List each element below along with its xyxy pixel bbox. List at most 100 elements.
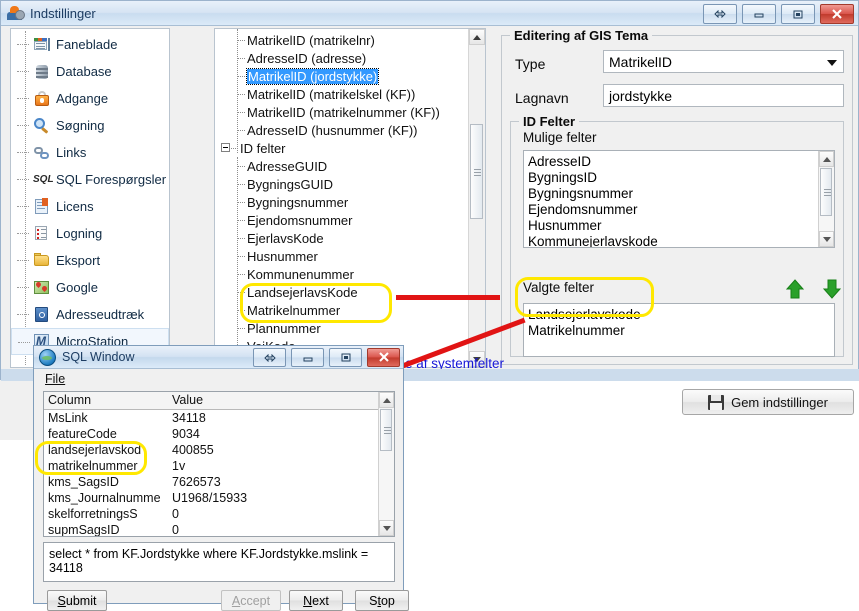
grid-cell-column: MsLink bbox=[44, 410, 168, 426]
tree-node-label: Kommunenummer bbox=[247, 267, 354, 282]
grid-cell-value: U1968/15933 bbox=[168, 490, 372, 506]
valgte-felter-listbox[interactable]: Landsejerlavskode Matrikelnummer bbox=[523, 303, 835, 357]
tree-node[interactable]: EjerlavsKode bbox=[215, 229, 469, 247]
table-row[interactable]: kms_Journalnumme U1968/15933 bbox=[44, 490, 394, 506]
tree-node[interactable]: Matrikelnummer bbox=[215, 301, 469, 319]
maximize-icon[interactable] bbox=[781, 4, 815, 24]
license-icon bbox=[33, 198, 51, 216]
tree-node[interactable]: AdresseID (husnummer (KF)) bbox=[215, 121, 469, 139]
tree-node[interactable]: MatrikelID (matrikelskel (KF)) bbox=[215, 85, 469, 103]
scroll-down-icon[interactable] bbox=[819, 231, 834, 247]
mulige-felter-listbox[interactable]: AdresseID BygningsID Bygningsnummer Ejen… bbox=[523, 150, 835, 248]
table-row[interactable]: matrikelnummer 1v bbox=[44, 458, 394, 474]
sidebar-item-label: Google bbox=[56, 280, 98, 295]
sql-result-grid[interactable]: Column Value MsLink 34118 featureCode 90… bbox=[43, 391, 395, 537]
tree-node[interactable]: Kommunenummer bbox=[215, 265, 469, 283]
table-row[interactable]: landsejerlavskod 400855 bbox=[44, 442, 394, 458]
type-label: Type bbox=[515, 56, 545, 72]
scroll-up-icon[interactable] bbox=[469, 29, 485, 45]
sidebar-item-licens[interactable]: Licens bbox=[11, 193, 169, 220]
scrollbar-thumb[interactable] bbox=[820, 168, 832, 216]
table-row[interactable]: kms_SagsID 7626573 bbox=[44, 474, 394, 490]
settings-sidebar[interactable]: Faneblade Database Adgange Søgning L bbox=[10, 28, 170, 368]
restore-icon[interactable] bbox=[253, 348, 286, 367]
list-item[interactable]: Bygningsnummer bbox=[524, 186, 834, 202]
minimize-icon[interactable] bbox=[742, 4, 776, 24]
save-button[interactable]: Gem indstillinger bbox=[682, 389, 854, 415]
sidebar-item-logning[interactable]: Logning bbox=[11, 220, 169, 247]
table-row[interactable]: skelforretningsS 0 bbox=[44, 506, 394, 522]
list-item[interactable]: BygningsID bbox=[524, 170, 834, 186]
type-combobox[interactable]: MatrikelID bbox=[603, 50, 844, 73]
sidebar-item-links[interactable]: Links bbox=[11, 139, 169, 166]
tree-node-label: EjerlavsKode bbox=[247, 231, 324, 246]
close-icon[interactable] bbox=[367, 348, 400, 367]
sidebar-item-adgange[interactable]: Adgange bbox=[11, 85, 169, 112]
lagnavn-input[interactable]: jordstykke bbox=[603, 84, 844, 107]
sidebar-item-sogning[interactable]: Søgning bbox=[11, 112, 169, 139]
scroll-up-icon[interactable] bbox=[819, 151, 834, 167]
tree-scrollbar[interactable] bbox=[468, 29, 485, 367]
tree-node-selected[interactable]: MatrikelID (jordstykke) bbox=[215, 67, 469, 85]
tree-node[interactable]: AdresseID (adresse) bbox=[215, 49, 469, 67]
sidebar-item-label: Faneblade bbox=[56, 37, 117, 52]
tree-node[interactable]: Husnummer bbox=[215, 247, 469, 265]
sql-menubar[interactable]: File bbox=[35, 369, 402, 389]
gis-theme-tree[interactable]: MatrikelID (matrikelnr) AdresseID (adres… bbox=[214, 28, 486, 368]
list-item[interactable]: Ejendomsnummer bbox=[524, 202, 834, 218]
list-item[interactable]: Matrikelnummer bbox=[524, 323, 834, 339]
tree-node[interactable]: MatrikelID (matrikelnummer (KF)) bbox=[215, 103, 469, 121]
window-left-stub bbox=[0, 380, 34, 440]
next-button[interactable]: Next bbox=[289, 590, 343, 611]
scrollbar-thumb[interactable] bbox=[470, 124, 483, 219]
sidebar-item-label: Eksport bbox=[56, 253, 100, 268]
sidebar-item-database[interactable]: Database bbox=[11, 58, 169, 85]
lagnavn-value: jordstykke bbox=[609, 88, 672, 104]
scrollbar-thumb[interactable] bbox=[380, 409, 392, 451]
grid-scrollbar[interactable] bbox=[378, 392, 394, 536]
sql-window-titlebar: SQL Window bbox=[34, 346, 403, 369]
table-row[interactable]: supmSagsID 0 bbox=[44, 522, 394, 537]
table-row[interactable]: MsLink 34118 bbox=[44, 410, 394, 426]
scroll-up-icon[interactable] bbox=[379, 392, 394, 408]
tree-node[interactable]: BygningsGUID bbox=[215, 175, 469, 193]
restore-icon[interactable] bbox=[703, 4, 737, 24]
list-item[interactable]: Kommunejerlavskode bbox=[524, 234, 834, 248]
stop-button[interactable]: Stop bbox=[355, 590, 409, 611]
grid-cell-column: supmSagsID bbox=[44, 522, 168, 537]
tree-node[interactable]: Bygningsnummer bbox=[215, 193, 469, 211]
sidebar-item-faneblade[interactable]: Faneblade bbox=[11, 31, 169, 58]
tree-node[interactable]: Ejendomsnummer bbox=[215, 211, 469, 229]
mulige-felter-scrollbar[interactable] bbox=[818, 151, 834, 247]
list-item[interactable]: Landsejerlavskode bbox=[524, 307, 834, 323]
arrow-up-icon[interactable] bbox=[784, 278, 806, 300]
menu-item-file[interactable]: File bbox=[45, 372, 65, 386]
sidebar-item-label: Links bbox=[56, 145, 86, 160]
lock-icon bbox=[33, 90, 51, 108]
sidebar-item-adresseudtraek[interactable]: Adresseudtræk bbox=[11, 301, 169, 328]
list-item[interactable]: AdresseID bbox=[524, 154, 834, 170]
tree-node[interactable]: LandsejerlavsKode bbox=[215, 283, 469, 301]
sidebar-item-label: Licens bbox=[56, 199, 94, 214]
table-row[interactable]: featureCode 9034 bbox=[44, 426, 394, 442]
editing-group-title: Editering af GIS Tema bbox=[510, 28, 652, 43]
scroll-down-icon[interactable] bbox=[379, 520, 394, 536]
tree-node[interactable]: MatrikelID (matrikelnr) bbox=[215, 31, 469, 49]
minimize-icon[interactable] bbox=[291, 348, 324, 367]
tree-node[interactable]: AdresseGUID bbox=[215, 157, 469, 175]
sidebar-item-google[interactable]: Google bbox=[11, 274, 169, 301]
sidebar-item-eksport[interactable]: Eksport bbox=[11, 247, 169, 274]
close-icon[interactable] bbox=[820, 4, 854, 24]
sidebar-item-sql-forespoergsler[interactable]: SQL SQL Forespørgsler bbox=[11, 166, 169, 193]
tree-node-label: Matrikelnummer bbox=[247, 303, 340, 318]
collapse-expander-icon[interactable] bbox=[221, 143, 230, 152]
maximize-icon[interactable] bbox=[329, 348, 362, 367]
sql-query-input[interactable]: select * from KF.Jordstykke where KF.Jor… bbox=[43, 542, 395, 582]
arrow-down-icon[interactable] bbox=[821, 278, 843, 300]
tree-node-label: LandsejerlavsKode bbox=[247, 285, 358, 300]
tree-node-group[interactable]: ID felter bbox=[215, 139, 469, 157]
submit-button[interactable]: Submit bbox=[47, 590, 107, 611]
list-item[interactable]: Husnummer bbox=[524, 218, 834, 234]
chevron-down-icon[interactable] bbox=[827, 60, 837, 66]
tree-node[interactable]: Plannummer bbox=[215, 319, 469, 337]
